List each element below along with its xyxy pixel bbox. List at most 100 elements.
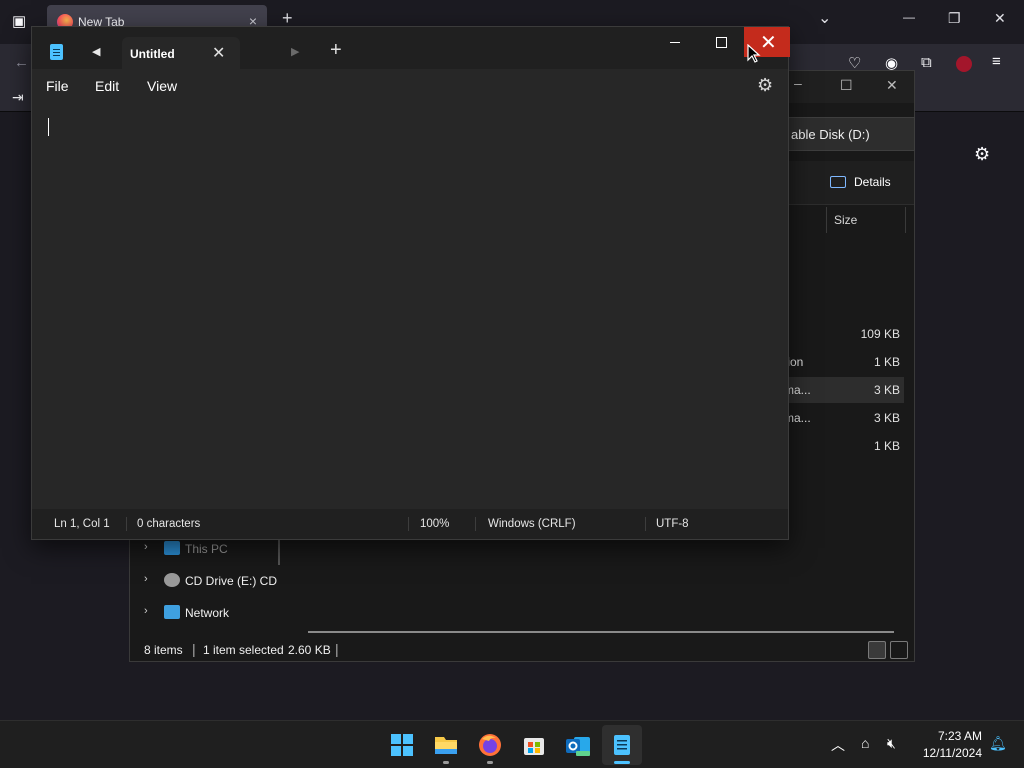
details-label: Details [854,175,891,189]
explorer-address-bar[interactable]: able Disk (D:) [770,117,915,151]
file-row-selected[interactable]: ma... 3 KB [780,377,904,403]
firefox-minimize-button[interactable]: — [903,10,915,24]
details-view-button[interactable] [868,641,886,659]
nav-item-label: This PC [185,542,228,556]
file-size: 3 KB [873,411,900,425]
notepad-icon [614,735,630,755]
nav-item-label: Network [185,606,230,620]
encoding: UTF-8 [656,518,689,530]
running-indicator [487,761,493,764]
mouse-pointer-icon [747,44,761,63]
status-selection-size: 2.60 KB [288,643,331,657]
file-row[interactable]: t 1 KB [780,433,904,459]
extensions-icon[interactable]: ⧉ [921,54,932,71]
explorer-maximize-icon[interactable]: ☐ [840,77,853,94]
details-pane-icon [830,176,846,188]
file-row[interactable]: 109 KB [780,321,904,347]
outlook-icon [566,737,590,756]
character-count: 0 characters [137,518,201,530]
status-divider [126,517,127,531]
start-button[interactable] [382,725,422,765]
navigation-pane-divider[interactable] [278,537,280,565]
new-tab-settings-icon[interactable]: ⚙ [974,144,990,165]
maximize-button[interactable] [698,27,744,57]
notepad-app-icon [50,44,63,60]
nav-item-cd-drive[interactable]: › CD Drive (E:) CD [140,568,285,594]
import-bookmarks-icon[interactable]: ⇥ [12,89,24,106]
back-icon[interactable]: ← [14,54,29,71]
firefox-taskbar-button[interactable] [470,725,510,765]
close-icon: ✕ [760,32,777,54]
text-editor-area[interactable] [32,101,788,509]
menu-file[interactable]: File [46,78,69,94]
horizontal-scrollbar[interactable] [308,631,894,633]
notepad-window: ◀ Untitled ✕ ▶ + ✕ File Edit View ⚙ Ln 1… [31,26,790,540]
file-size: 109 KB [860,327,900,341]
file-size: 1 KB [873,355,900,369]
network-icon [164,605,180,619]
file-explorer-icon [435,737,457,754]
settings-gear-icon[interactable]: ⚙ [757,75,773,96]
minimize-button[interactable] [652,27,698,57]
file-row[interactable]: tion 1 KB [780,349,904,375]
nav-item-label: CD Drive (E:) CD [185,574,277,588]
chevron-right-icon[interactable]: › [144,605,148,617]
outlook-taskbar-button[interactable] [558,725,598,765]
active-indicator [614,761,630,764]
firefox-list-tabs-icon[interactable]: ⌄ [818,8,831,28]
menu-bar: File Edit View ⚙ [32,69,788,101]
tab-untitled[interactable]: Untitled ✕ [122,37,240,69]
firefox-close-button[interactable]: ✕ [994,10,1006,27]
microsoft-store-icon [524,738,544,755]
clock-time[interactable]: 7:23 AM [930,729,982,743]
status-divider [645,517,646,531]
menu-view[interactable]: View [147,78,177,94]
status-bar: Ln 1, Col 1 0 characters 100% Windows (C… [32,509,788,539]
file-size: 3 KB [873,383,900,397]
file-size: 1 KB [873,439,900,453]
file-explorer-taskbar-button[interactable] [426,725,466,765]
microsoft-store-taskbar-button[interactable] [514,725,554,765]
tab-title: Untitled [130,47,175,61]
explorer-status-bar: 8 items | 1 item selected 2.60 KB | [130,637,914,663]
start-icon [391,734,413,756]
clock-date[interactable]: 12/11/2024 [916,746,982,760]
menu-edit[interactable]: Edit [95,78,119,94]
taskbar: ︿ ⌂ 🔇︎ 7:23 AM 12/11/2024 🔔︎ [0,720,1024,768]
status-separator: | [335,641,339,657]
notepad-taskbar-button[interactable] [602,725,642,765]
explorer-address-text: able Disk (D:) [791,127,870,142]
explorer-minimize-icon[interactable]: – [794,75,802,91]
column-header-size-label: Size [834,213,858,227]
large-icons-view-button[interactable] [890,641,908,659]
nav-item-network[interactable]: › Network [140,600,285,626]
explorer-close-icon[interactable]: ✕ [886,77,898,94]
volume-muted-icon[interactable]: 🔇︎ [887,735,896,752]
column-header-size[interactable]: Size [826,207,906,233]
firefox-restore-button[interactable]: ❐ [948,10,961,27]
zoom-level[interactable]: 100% [420,518,449,530]
show-hidden-icons-chevron-icon[interactable]: ︿ [831,735,845,755]
file-row[interactable]: ma... 3 KB [780,405,904,431]
notifications-bell-icon[interactable]: 🔔︎ [989,735,1007,752]
status-item-count: 8 items [144,643,183,657]
chevron-right-icon[interactable]: › [144,573,148,585]
new-tab-button[interactable]: + [330,39,342,62]
status-divider [475,517,476,531]
status-divider [408,517,409,531]
firefox-view-icon[interactable]: ▣ [12,12,26,30]
details-pane-button[interactable]: Details [830,175,891,189]
chevron-right-icon[interactable]: › [144,541,148,553]
network-status-icon[interactable]: ⌂ [861,735,869,751]
cd-drive-icon [164,573,180,587]
scroll-tabs-left-icon[interactable]: ◀ [92,45,100,58]
scroll-tabs-right-icon[interactable]: ▶ [291,45,299,58]
firefox-icon [479,734,501,756]
ublock-origin-icon[interactable] [956,56,972,72]
menu-icon[interactable]: ≡ [992,53,1001,70]
status-separator: | [192,641,196,657]
tab-close-icon[interactable]: ✕ [212,43,225,63]
text-caret [48,118,49,136]
status-selection: 1 item selected [203,643,284,657]
line-ending: Windows (CRLF) [488,518,576,530]
